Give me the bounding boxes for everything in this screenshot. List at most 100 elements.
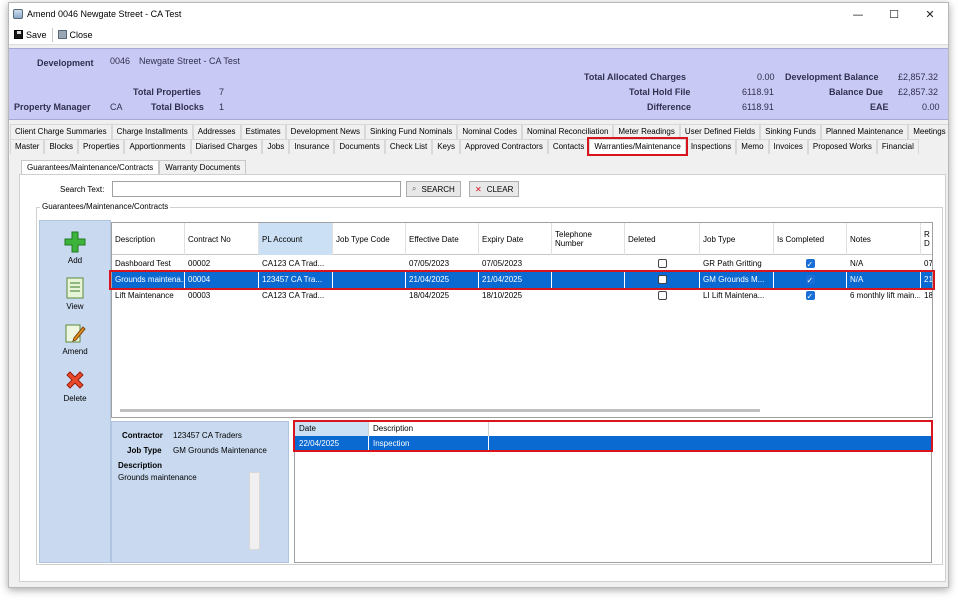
tab-contacts[interactable]: Contacts: [547, 139, 590, 154]
description-scrollbar[interactable]: [249, 472, 260, 550]
history-cell-description: Inspection: [369, 436, 489, 451]
development-balance-value: £2,857.32: [898, 72, 939, 82]
tab-approved-contractors[interactable]: Approved Contractors: [460, 139, 548, 154]
maximize-button[interactable]: ☐: [876, 3, 912, 25]
cell-job-type: GR Path Gritting: [703, 259, 762, 268]
clear-button-label: CLEAR: [486, 184, 514, 194]
column-header-effective-date[interactable]: Effective Date: [406, 223, 479, 255]
column-header-is-completed[interactable]: Is Completed: [774, 223, 847, 255]
tab-planned-maintenance[interactable]: Planned Maintenance: [820, 124, 909, 139]
tab-diarised-charges[interactable]: Diarised Charges: [190, 139, 263, 154]
eae-value: 0.00: [922, 102, 940, 112]
column-header-deleted[interactable]: Deleted: [625, 223, 700, 255]
column-header-pl-account[interactable]: PL Account: [259, 223, 333, 255]
column-header-telephone-number[interactable]: Telephone Number: [552, 223, 625, 255]
cell-notes: N/A: [850, 259, 864, 268]
deleted-checkbox[interactable]: [657, 259, 667, 268]
deleted-checkbox[interactable]: [657, 291, 667, 300]
toolbar-separator: [51, 27, 53, 42]
tab-jobs[interactable]: Jobs: [262, 139, 290, 154]
subtab-warranty-documents[interactable]: Warranty Documents: [159, 160, 247, 174]
cell-extra: 21: [921, 272, 932, 288]
amend-button[interactable]: Amend: [40, 322, 110, 356]
search-input[interactable]: [112, 181, 401, 197]
tab-documents[interactable]: Documents: [334, 139, 385, 154]
close-window-button[interactable]: ✕: [912, 3, 948, 25]
tab-invoices[interactable]: Invoices: [768, 139, 808, 154]
tab-addresses[interactable]: Addresses: [192, 124, 241, 139]
tab-estimates[interactable]: Estimates: [240, 124, 286, 139]
group-label: Guarantees/Maintenance/Contracts: [40, 202, 171, 211]
search-icon: ⌕: [412, 184, 417, 193]
total-allocated-charges-label: Total Allocated Charges: [584, 72, 687, 82]
total-hold-file-label: Total Hold File: [629, 87, 691, 97]
completed-checkbox[interactable]: [805, 273, 815, 288]
tab-insurance[interactable]: Insurance: [289, 139, 335, 154]
tab-meter-readings[interactable]: Meter Readings: [613, 124, 680, 139]
tab-client-charge-summaries[interactable]: Client Charge Summaries: [10, 124, 112, 139]
subtab-guarantees-maintenance-contracts[interactable]: Guarantees/Maintenance/Contracts: [21, 160, 160, 174]
completed-checkbox[interactable]: [805, 257, 815, 272]
cell-effective-date: 21/04/2025: [406, 272, 479, 288]
tab-development-news[interactable]: Development News: [285, 124, 366, 139]
cell-deleted[interactable]: [625, 256, 700, 272]
tab-blocks[interactable]: Blocks: [44, 139, 79, 154]
history-header: Date Description: [295, 422, 489, 436]
tab-financial[interactable]: Financial: [876, 139, 919, 154]
tab-memo[interactable]: Memo: [736, 139, 769, 154]
view-button[interactable]: View: [40, 277, 110, 311]
eae-label: EAE: [870, 102, 889, 112]
tab-proposed-works[interactable]: Proposed Works: [807, 139, 877, 154]
tab-charge-installments[interactable]: Charge Installments: [111, 124, 193, 139]
tab-nominal-reconciliation[interactable]: Nominal Reconciliation: [522, 124, 614, 139]
clear-button[interactable]: ✕ CLEAR: [469, 181, 520, 197]
deleted-checkbox[interactable]: [657, 275, 667, 284]
completed-checkbox[interactable]: [805, 289, 815, 304]
history-column-description[interactable]: Description: [369, 422, 489, 436]
close-button[interactable]: Close: [55, 27, 96, 43]
minimize-button[interactable]: —: [840, 3, 876, 25]
cell-is-completed[interactable]: [774, 272, 847, 288]
search-button[interactable]: ⌕ SEARCH: [406, 181, 461, 197]
view-icon: [64, 277, 86, 299]
tab-inspections[interactable]: Inspections: [685, 139, 737, 154]
table-row[interactable]: Lift Maintenance 00003 CA123 CA Trad... 18/…: [112, 288, 932, 304]
tab-keys[interactable]: Keys: [432, 139, 460, 154]
table-row[interactable]: Dashboard Test 00002 CA123 CA Trad... 07/05…: [112, 256, 932, 272]
tab-meetings[interactable]: Meetings: [908, 124, 948, 139]
cell-is-completed[interactable]: [774, 256, 847, 272]
tab-master[interactable]: Master: [10, 139, 45, 154]
column-header-expiry-date[interactable]: Expiry Date: [479, 223, 552, 255]
tab-check-list[interactable]: Check List: [384, 139, 433, 154]
column-header-job-type[interactable]: Job Type: [700, 223, 774, 255]
description-label: Description: [118, 461, 163, 470]
tab-apportionments[interactable]: Apportionments: [124, 139, 191, 154]
column-header-notes[interactable]: Notes: [847, 223, 921, 255]
history-cell-date: 22/04/2025: [295, 436, 369, 451]
table-row[interactable]: Grounds maintena... 00004 123457 CA Tra...…: [112, 272, 932, 288]
cell-deleted[interactable]: [625, 288, 700, 304]
add-button[interactable]: Add: [40, 231, 110, 265]
property-manager-value: CA: [110, 102, 123, 112]
cell-is-completed[interactable]: [774, 288, 847, 304]
tab-sinking-fund-nominals[interactable]: Sinking Fund Nominals: [365, 124, 458, 139]
contractor-value: 123457 CA Traders: [173, 431, 242, 440]
tab-sinking-funds[interactable]: Sinking Funds: [760, 124, 821, 139]
delete-label: Delete: [63, 394, 87, 403]
save-button[interactable]: Save: [11, 27, 50, 43]
column-header-r-d[interactable]: R D: [921, 223, 932, 255]
column-header-description[interactable]: Description: [112, 223, 185, 255]
development-balance-label: Development Balance: [785, 72, 879, 82]
tab-nominal-codes[interactable]: Nominal Codes: [457, 124, 523, 139]
cell-expiry-date: 21/04/2025: [479, 272, 552, 288]
history-row[interactable]: 22/04/2025 Inspection: [295, 436, 931, 451]
history-column-date[interactable]: Date: [295, 422, 369, 436]
tab-warranties-maintenance[interactable]: Warranties/Maintenance: [589, 139, 686, 154]
tab-properties[interactable]: Properties: [78, 139, 125, 154]
cell-deleted[interactable]: [625, 272, 700, 288]
tab-user-defined-fields[interactable]: User Defined Fields: [679, 124, 761, 139]
column-header-job-type-code[interactable]: Job Type Code: [333, 223, 406, 255]
horizontal-scrollbar[interactable]: [120, 409, 760, 412]
delete-button[interactable]: Delete: [40, 369, 110, 403]
column-header-contract-no[interactable]: Contract No: [185, 223, 259, 255]
